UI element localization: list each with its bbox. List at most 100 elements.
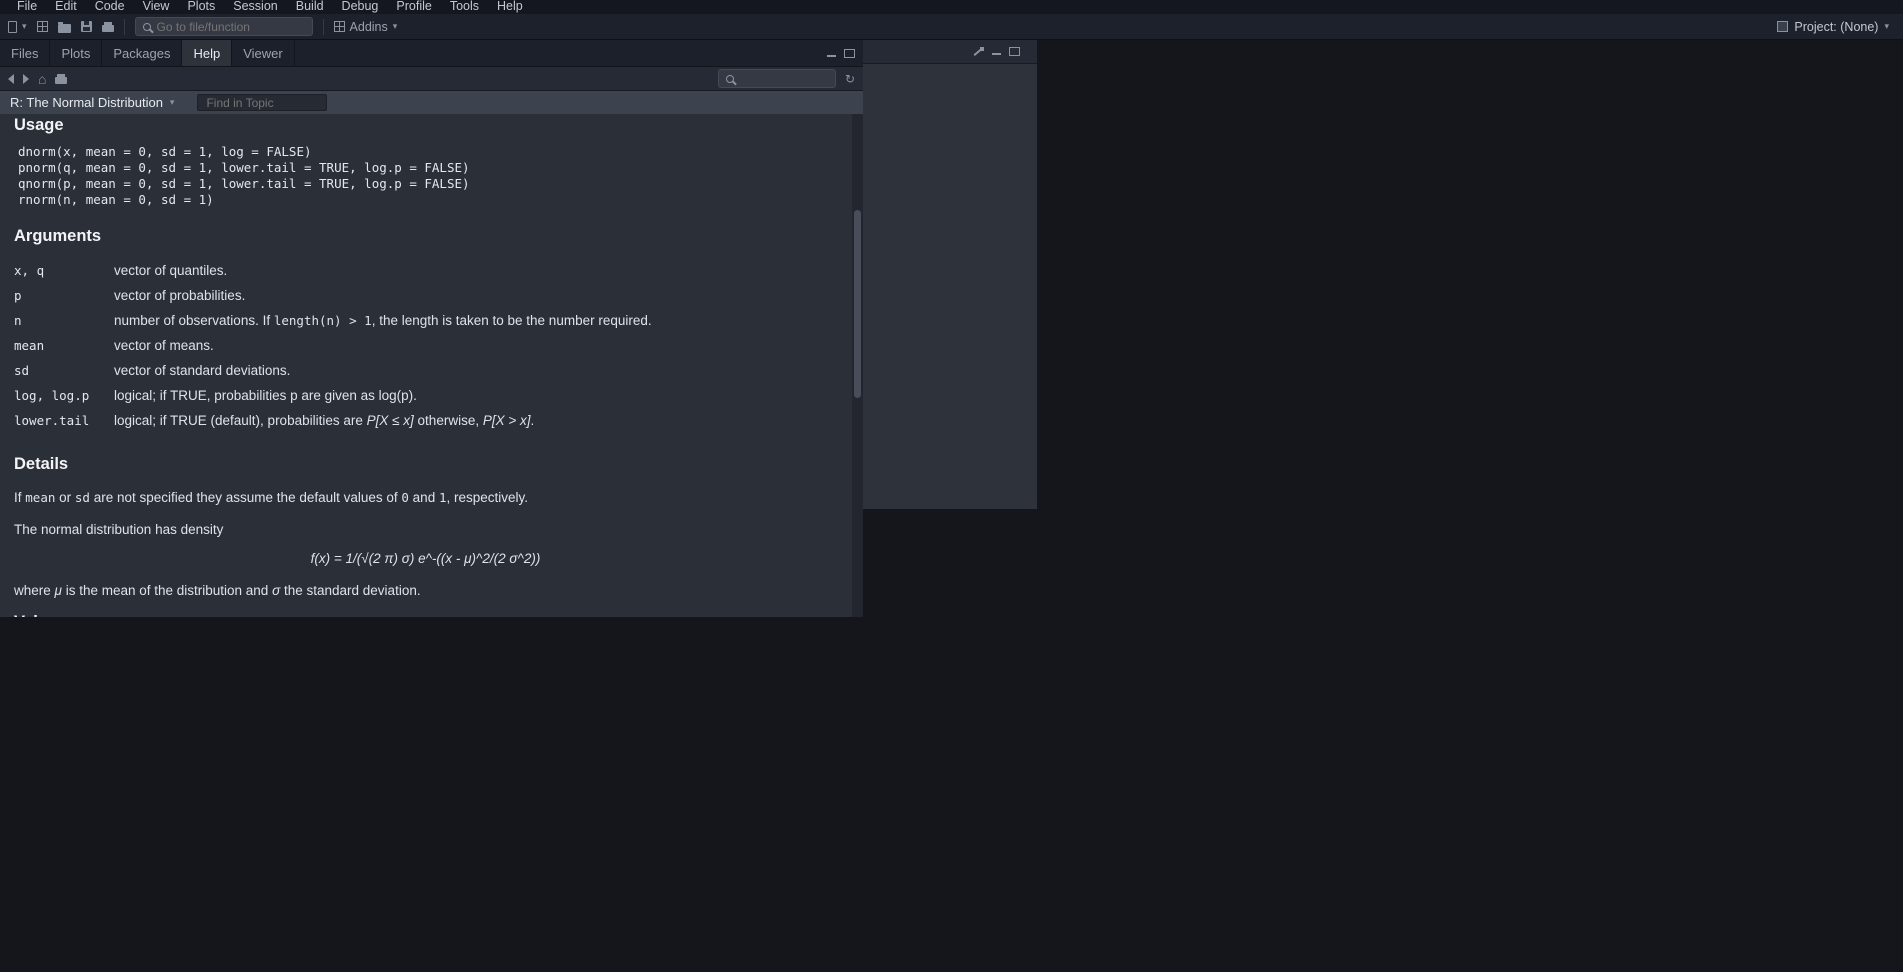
tab-packages[interactable]: Packages xyxy=(102,40,182,66)
menu-plots[interactable]: Plots xyxy=(178,0,224,14)
menu-view[interactable]: View xyxy=(134,0,179,14)
arguments-heading: Arguments xyxy=(14,227,837,246)
argument-term: p xyxy=(14,287,114,304)
argument-term: mean xyxy=(14,337,114,354)
argument-term: lower.tail xyxy=(14,412,114,429)
help-topic-title[interactable]: R: The Normal Distribution xyxy=(10,95,163,110)
print-icon[interactable] xyxy=(102,25,114,32)
usage-code-line: pnorm(q, mean = 0, sd = 1, lower.tail = … xyxy=(18,160,837,176)
open-file-icon[interactable] xyxy=(58,24,71,33)
argument-definition: vector of standard deviations. xyxy=(114,362,837,379)
new-project-icon[interactable] xyxy=(37,21,48,32)
save-icon[interactable] xyxy=(81,21,92,32)
tab-plots[interactable]: Plots xyxy=(50,40,102,66)
help-search[interactable] xyxy=(718,69,836,88)
argument-row: nnumber of observations. If length(n) > … xyxy=(14,312,837,329)
tab-files[interactable]: Files xyxy=(0,40,50,66)
help-search-input[interactable] xyxy=(740,72,828,86)
menu-tools[interactable]: Tools xyxy=(441,0,488,14)
usage-code-line: qnorm(p, mean = 0, sd = 1, lower.tail = … xyxy=(18,176,837,192)
refresh-icon[interactable]: ↻ xyxy=(845,73,855,85)
argument-definition: vector of probabilities. xyxy=(114,287,837,304)
usage-code-line: rnorm(n, mean = 0, sd = 1) xyxy=(18,192,837,208)
help-content: Usage dnorm(x, mean = 0, sd = 1, log = F… xyxy=(0,114,863,617)
menu-profile[interactable]: Profile xyxy=(387,0,440,14)
help-toolbar: ⌂ ↻ xyxy=(0,67,863,91)
search-icon xyxy=(726,75,734,83)
vertical-scrollbar[interactable] xyxy=(852,114,863,617)
caret-down-icon: ▾ xyxy=(170,98,175,107)
caret-down-icon: ▾ xyxy=(1884,22,1889,31)
pane-window-buttons xyxy=(826,40,863,66)
forward-icon[interactable] xyxy=(23,74,29,84)
menu-code[interactable]: Code xyxy=(86,0,134,14)
pane-window-buttons xyxy=(972,46,1028,58)
back-icon[interactable] xyxy=(8,74,14,84)
find-in-topic-input[interactable] xyxy=(206,96,318,110)
caret-down-icon: ▾ xyxy=(22,22,27,31)
menu-bar: FileEditCodeViewPlotsSessionBuildDebugPr… xyxy=(0,0,1903,14)
details-paragraph: where μ is the mean of the distribution … xyxy=(14,582,837,599)
argument-row: x, qvector of quantiles. xyxy=(14,262,837,279)
argument-row: lower.taillogical; if TRUE (default), pr… xyxy=(14,412,837,429)
argument-term: sd xyxy=(14,362,114,379)
find-in-topic[interactable] xyxy=(197,94,327,111)
menu-help[interactable]: Help xyxy=(488,0,532,14)
print-icon[interactable] xyxy=(55,77,67,84)
scrollbar-thumb[interactable] xyxy=(854,210,861,398)
minimize-icon[interactable] xyxy=(826,49,837,58)
tab-viewer[interactable]: Viewer xyxy=(232,40,295,66)
caret-down-icon: ▾ xyxy=(393,22,398,31)
menu-build[interactable]: Build xyxy=(287,0,333,14)
argument-term: n xyxy=(14,312,114,329)
maximize-icon[interactable] xyxy=(844,49,855,58)
menu-session[interactable]: Session xyxy=(224,0,286,14)
project-label: Project: (None) xyxy=(1794,20,1878,34)
details-paragraph: If mean or sd are not specified they ass… xyxy=(14,489,837,506)
help-pane: Files Plots Packages Help Viewer ⌂ ↻ R: The … xyxy=(0,40,863,617)
maximize-icon[interactable] xyxy=(1009,47,1020,56)
addins-label: Addins xyxy=(350,20,388,34)
tab-label: Help xyxy=(193,46,220,61)
search-icon xyxy=(143,23,151,31)
home-icon[interactable]: ⌂ xyxy=(38,72,46,86)
tab-label: Packages xyxy=(113,46,170,61)
goto-file-search[interactable] xyxy=(135,17,313,36)
argument-definition: logical; if TRUE (default), probabilitie… xyxy=(114,412,837,429)
argument-row: log, log.plogical; if TRUE, probabilitie… xyxy=(14,387,837,404)
argument-definition: vector of quantiles. xyxy=(114,262,837,279)
argument-definition: number of observations. If length(n) > 1… xyxy=(114,312,837,329)
usage-code-line: dnorm(x, mean = 0, sd = 1, log = FALSE) xyxy=(18,144,837,160)
argument-row: pvector of probabilities. xyxy=(14,287,837,304)
menu-edit[interactable]: Edit xyxy=(46,0,86,14)
new-file-icon xyxy=(8,21,17,33)
addins-icon xyxy=(334,21,345,32)
new-file-button[interactable]: ▾ xyxy=(8,21,27,33)
argument-row: sdvector of standard deviations. xyxy=(14,362,837,379)
usage-heading: Usage xyxy=(14,116,837,135)
tab-help[interactable]: Help xyxy=(182,40,232,66)
help-topic-bar: R: The Normal Distribution ▾ xyxy=(0,91,863,114)
argument-row: meanvector of means. xyxy=(14,337,837,354)
project-menu[interactable]: Project: (None) ▾ xyxy=(1777,20,1895,34)
rstudio-window: FileEditCodeViewPlotsSessionBuildDebugPr… xyxy=(0,0,1903,972)
arguments-table: x, qvector of quantiles. pvector of proba… xyxy=(14,262,837,429)
density-formula: f(x) = 1/(√(2 π) σ) e^-((x - μ)^2/(2 σ^2… xyxy=(14,550,837,567)
toolbar-separator xyxy=(124,19,125,35)
project-icon xyxy=(1777,21,1788,32)
addins-menu[interactable]: Addins ▾ xyxy=(334,20,398,34)
menu-debug[interactable]: Debug xyxy=(333,0,388,14)
help-tabbar: Files Plots Packages Help Viewer xyxy=(0,40,863,67)
minimize-icon[interactable] xyxy=(991,47,1002,56)
toolbar-separator xyxy=(323,19,324,35)
main-toolbar: ▾ Addins ▾ Project: (None) ▾ xyxy=(0,14,1903,40)
details-paragraph: The normal distribution has density xyxy=(14,521,837,538)
usage-code-block: dnorm(x, mean = 0, sd = 1, log = FALSE)p… xyxy=(18,144,837,208)
argument-definition: logical; if TRUE, probabilities p are gi… xyxy=(114,387,837,404)
details-heading: Details xyxy=(14,455,837,474)
tab-label: Viewer xyxy=(243,46,283,61)
menu-file[interactable]: File xyxy=(8,0,46,14)
clear-console-icon[interactable] xyxy=(972,46,984,58)
tab-label: Files xyxy=(11,46,38,61)
goto-file-input[interactable] xyxy=(157,20,305,34)
